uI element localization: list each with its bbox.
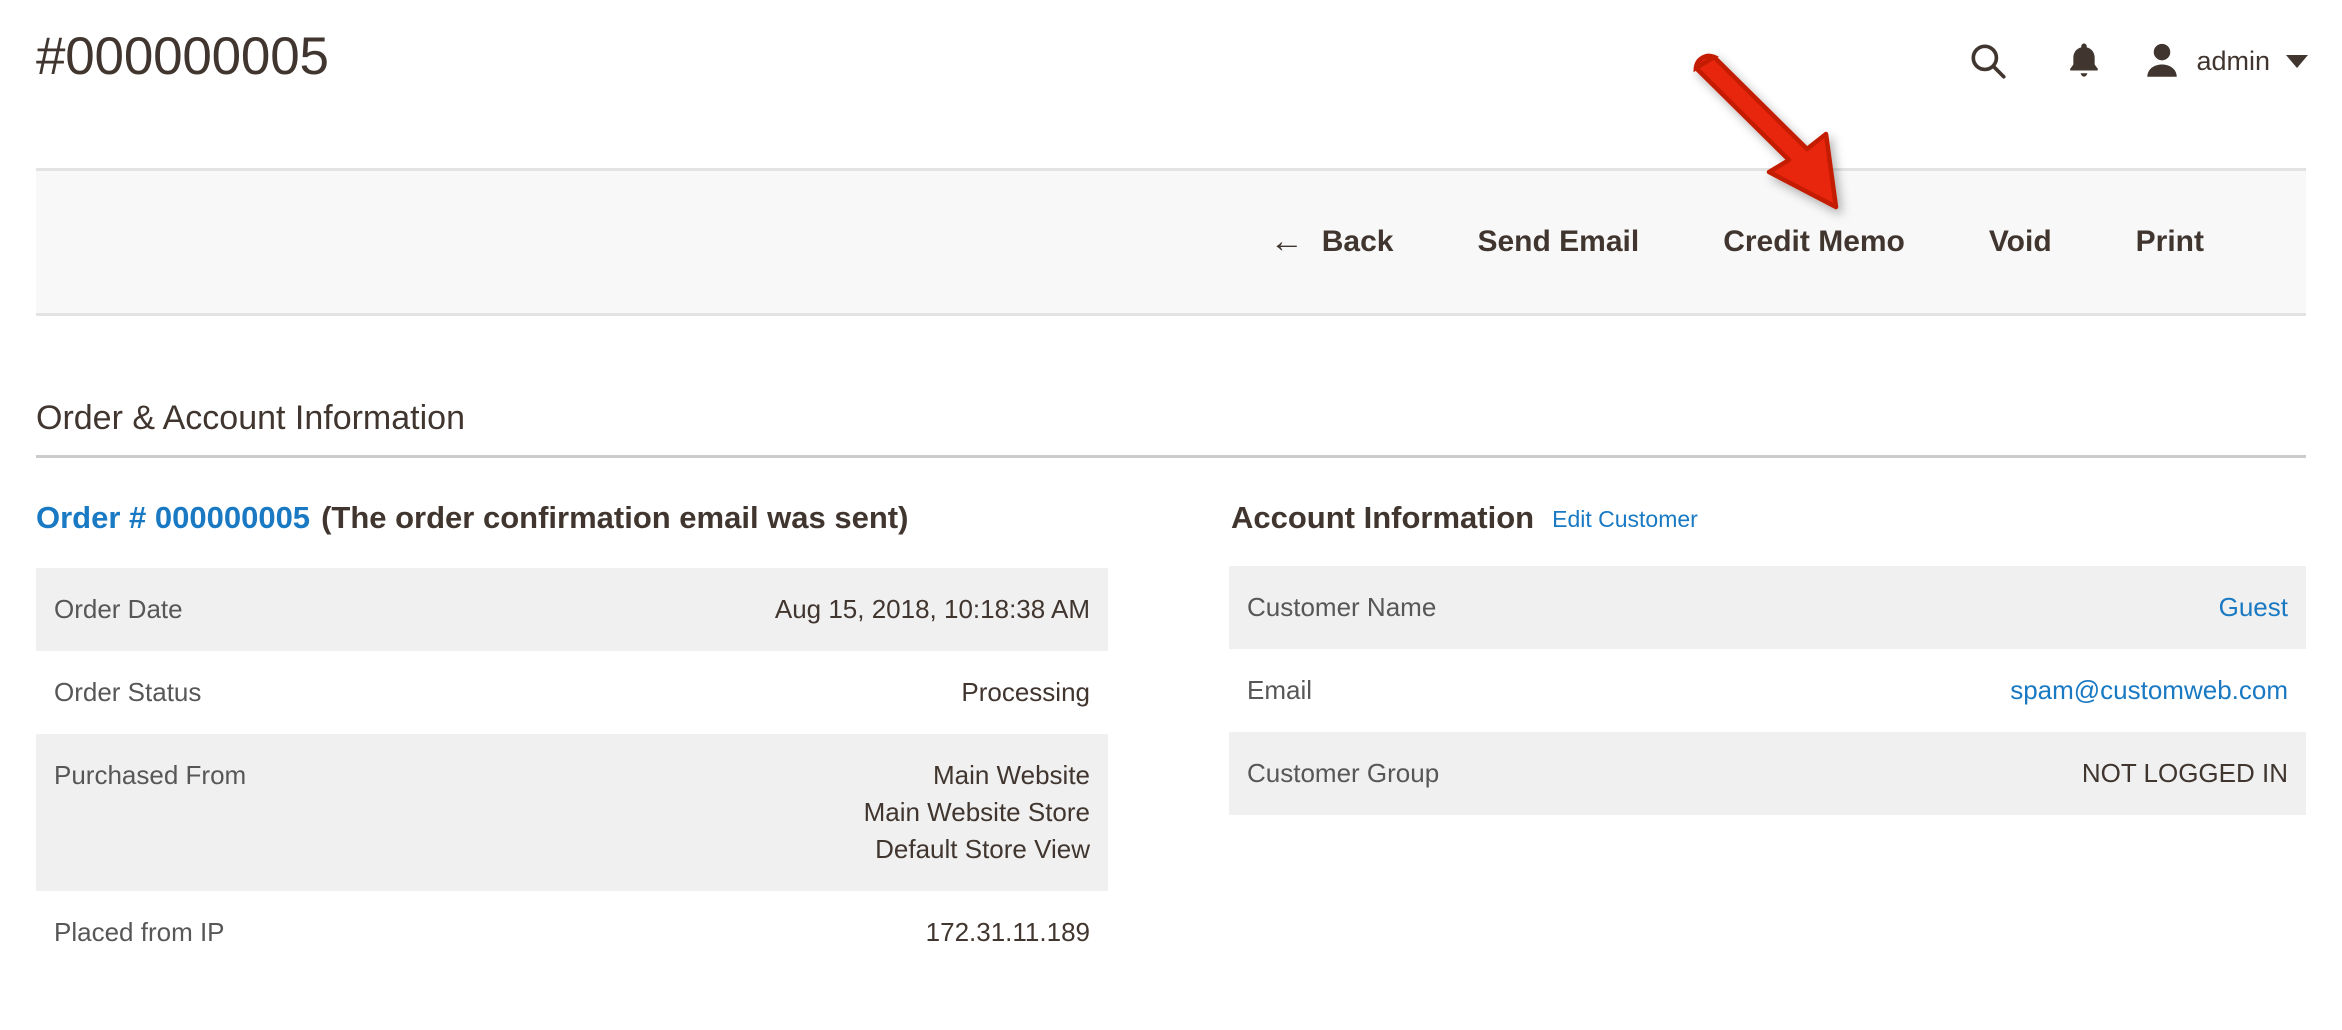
section-heading: Order & Account Information: [36, 398, 465, 439]
send-email-button[interactable]: Send Email: [1435, 217, 1681, 267]
row-value: Processing: [529, 651, 1108, 734]
page-title: #000000005: [36, 28, 329, 86]
header-actions: admin: [1940, 34, 2322, 90]
send-email-button-label: Send Email: [1477, 227, 1639, 257]
credit-memo-button-label: Credit Memo: [1723, 227, 1905, 257]
void-button-label: Void: [1989, 227, 2052, 257]
customer-name-link[interactable]: Guest: [2219, 592, 2288, 622]
account-information-heading: Account Information: [1231, 498, 1534, 538]
row-label: Email: [1229, 649, 1724, 732]
void-button[interactable]: Void: [1947, 217, 2094, 267]
row-label: Order Date: [36, 568, 529, 651]
order-information-table: Order Date Aug 15, 2018, 10:18:38 AM Ord…: [36, 568, 1108, 973]
section-divider: [36, 455, 2306, 458]
account-information-block: Account Information Edit Customer Custom…: [1229, 498, 2306, 815]
row-value: Guest: [1724, 566, 2306, 649]
account-information-table: Customer Name Guest Email spam@customweb…: [1229, 566, 2306, 815]
edit-customer-link[interactable]: Edit Customer: [1552, 505, 1698, 535]
row-label: Customer Group: [1229, 732, 1724, 815]
row-value-line: Main Website: [547, 757, 1090, 794]
print-button-label: Print: [2136, 227, 2204, 257]
notifications-button[interactable]: [2036, 34, 2132, 90]
row-value-line: Default Store View: [547, 831, 1090, 868]
row-value: Aug 15, 2018, 10:18:38 AM: [529, 568, 1108, 651]
search-button[interactable]: [1940, 34, 2036, 90]
account-information-title: Account Information Edit Customer: [1229, 498, 2306, 538]
order-email-status-note: (The order confirmation email was sent): [321, 498, 908, 538]
table-row: Order Status Processing: [36, 651, 1108, 734]
row-label: Purchased From: [36, 734, 529, 891]
user-menu-label: admin: [2196, 48, 2270, 77]
row-value: 172.31.11.189: [529, 891, 1108, 974]
table-row: Order Date Aug 15, 2018, 10:18:38 AM: [36, 568, 1108, 651]
table-row: Customer Name Guest: [1229, 566, 2306, 649]
search-icon: [1967, 40, 2009, 85]
row-value: NOT LOGGED IN: [1724, 732, 2306, 815]
table-row: Email spam@customweb.com: [1229, 649, 2306, 732]
order-information-title: Order # 000000005 (The order confirmatio…: [36, 498, 1108, 538]
order-information-block: Order # 000000005 (The order confirmatio…: [36, 498, 1108, 974]
back-button-label: Back: [1322, 227, 1394, 257]
credit-memo-button[interactable]: Credit Memo: [1681, 217, 1947, 267]
back-arrow-icon: ←: [1270, 224, 1304, 258]
row-value: Main Website Main Website Store Default …: [529, 734, 1108, 891]
customer-email-link[interactable]: spam@customweb.com: [2010, 675, 2288, 705]
back-button[interactable]: ← Back: [1228, 215, 1436, 269]
row-value: spam@customweb.com: [1724, 649, 2306, 732]
bell-icon: [2064, 40, 2104, 85]
row-label: Placed from IP: [36, 891, 529, 974]
table-row: Customer Group NOT LOGGED IN: [1229, 732, 2306, 815]
print-button[interactable]: Print: [2094, 217, 2246, 267]
row-label: Customer Name: [1229, 566, 1724, 649]
row-value-line: Main Website Store: [547, 794, 1090, 831]
order-actions-toolbar: ← Back Send Email Credit Memo Void Print: [36, 168, 2306, 316]
table-row: Purchased From Main Website Main Website…: [36, 734, 1108, 891]
user-avatar-icon: [2142, 39, 2182, 86]
chevron-down-icon: [2286, 55, 2308, 68]
order-view-page: #000000005: [0, 0, 2342, 1030]
order-number-link[interactable]: Order # 000000005: [36, 498, 310, 538]
page-header: #000000005: [0, 0, 2342, 148]
row-label: Order Status: [36, 651, 529, 734]
user-menu[interactable]: admin: [2132, 34, 2322, 90]
table-row: Placed from IP 172.31.11.189: [36, 891, 1108, 974]
